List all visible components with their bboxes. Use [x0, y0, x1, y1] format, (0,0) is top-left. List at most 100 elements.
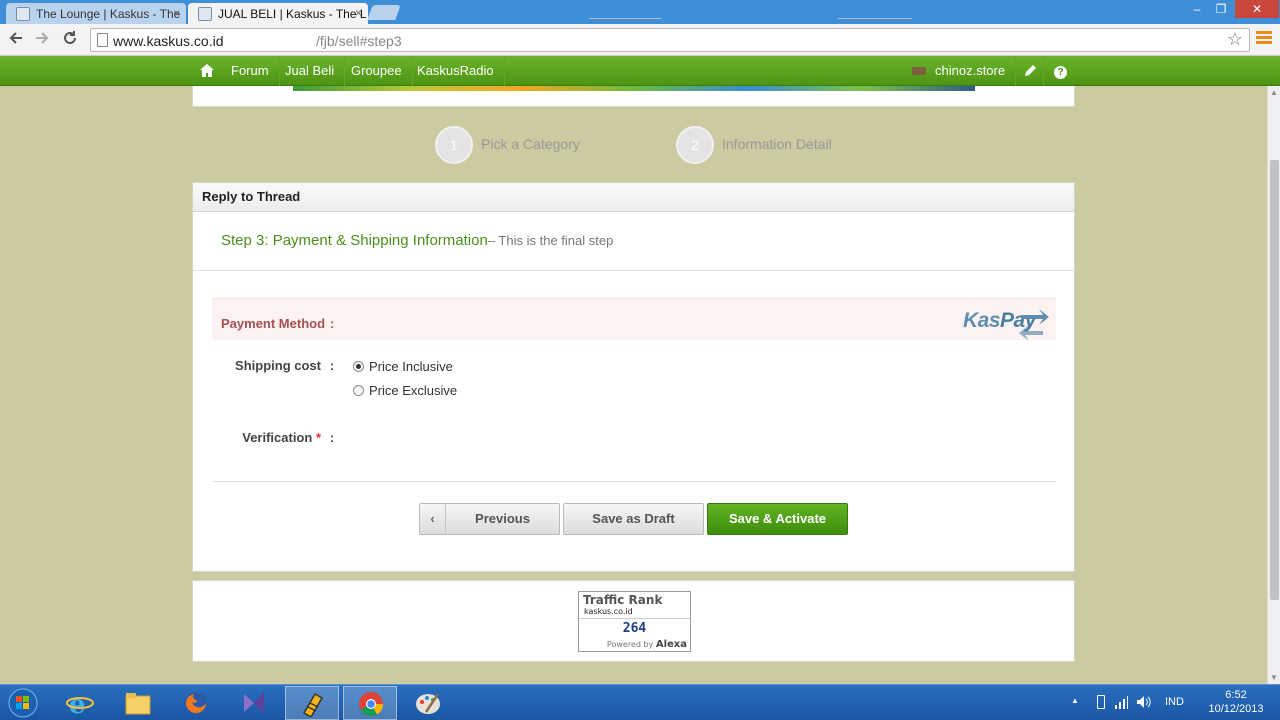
- alexa-powered-by: Powered by Alexa: [607, 639, 687, 650]
- nav-forum[interactable]: Forum: [221, 56, 280, 86]
- network-signal-icon[interactable]: [1114, 695, 1128, 709]
- taskbar-winamp[interactable]: [285, 686, 339, 720]
- visual-studio-icon: [244, 692, 264, 714]
- taskbar-visual-studio[interactable]: [227, 686, 281, 720]
- payment-method-row: Payment Method : KasPay: [212, 298, 1056, 341]
- radio-label: Price Exclusive: [369, 383, 458, 398]
- alexa-rank-value: 264: [579, 618, 690, 636]
- alexa-brand: Alexa: [655, 639, 687, 650]
- windows-logo-icon: [8, 688, 38, 718]
- folder-icon: [125, 693, 151, 715]
- forward-arrow-icon[interactable]: [32, 30, 52, 50]
- browser-toolbar: www.kaskus.co.id /fjb/sell#step3 ☆: [0, 24, 1280, 56]
- save-as-draft-button[interactable]: Save as Draft: [563, 503, 704, 535]
- divider: [193, 270, 1074, 271]
- browser-tab-jual-beli[interactable]: JUAL BELI | Kaskus - The L ×: [188, 3, 368, 24]
- taskbar-firefox[interactable]: [169, 686, 223, 720]
- banner-image[interactable]: [293, 86, 975, 91]
- taskbar-paint[interactable]: [401, 686, 455, 720]
- divider: [212, 481, 1056, 482]
- step-label: Pick a Category: [481, 136, 580, 152]
- tab-close-icon[interactable]: ×: [173, 6, 180, 20]
- taskbar-chrome[interactable]: [343, 686, 397, 720]
- nav-groupee[interactable]: Groupee: [341, 56, 413, 86]
- maximize-window-button[interactable]: ❐: [1209, 0, 1233, 18]
- payment-method-label: Payment Method: [221, 316, 326, 331]
- taskbar-file-explorer[interactable]: [111, 686, 165, 720]
- tab-title: The Lounge | Kaskus - The: [36, 7, 181, 21]
- tab-close-icon[interactable]: ×: [355, 6, 362, 20]
- new-tab-button[interactable]: [367, 5, 401, 20]
- footer-box: Traffic Rank kaskus.co.id 264 Powered by…: [192, 580, 1075, 662]
- step-number: 1: [435, 126, 473, 164]
- taskbar-clock[interactable]: 6:52 10/12/2013: [1196, 688, 1276, 716]
- scroll-up-arrow-icon[interactable]: ▲: [1270, 88, 1278, 97]
- taskbar-internet-explorer[interactable]: e: [53, 686, 107, 720]
- step-title: Step 3: Payment & Shipping Information– …: [221, 232, 613, 249]
- banner-box: [192, 86, 1075, 107]
- close-window-button[interactable]: ✕: [1235, 0, 1279, 18]
- step-title-text: Step 3: Payment & Shipping Information: [221, 232, 488, 249]
- internet-explorer-icon: e: [66, 690, 94, 716]
- home-icon[interactable]: [193, 56, 221, 86]
- bookmark-star-icon[interactable]: ☆: [1227, 29, 1243, 50]
- alexa-title: Traffic Rank: [583, 593, 663, 607]
- step-connector: [589, 18, 661, 19]
- shipping-cost-colon: :: [330, 358, 335, 373]
- windows-start-button[interactable]: [8, 688, 42, 718]
- shipping-cost-label: Shipping cost: [235, 358, 321, 373]
- alexa-domain: kaskus.co.id: [584, 607, 633, 616]
- paint-palette-icon: [416, 693, 440, 714]
- browser-tab-bar: The Lounge | Kaskus - The × JUAL BELI | …: [0, 0, 1280, 24]
- speaker-volume-icon[interactable]: [1136, 695, 1152, 709]
- scroll-down-arrow-icon[interactable]: ▼: [1270, 673, 1278, 682]
- user-avatar[interactable]: [912, 67, 926, 75]
- tab-title: JUAL BELI | Kaskus - The L: [218, 7, 367, 21]
- previous-button[interactable]: ‹ Previous: [419, 503, 560, 535]
- minimize-window-button[interactable]: ‒: [1185, 0, 1209, 18]
- verification-label-text: Verification: [242, 430, 313, 445]
- browser-menu-icon[interactable]: [1256, 31, 1272, 47]
- back-arrow-icon[interactable]: [6, 30, 26, 50]
- verification-label: Verification *: [213, 430, 321, 445]
- kaspay-arrow-icon: [1019, 309, 1049, 341]
- radio-button[interactable]: [353, 385, 364, 396]
- kaspay-logo: KasPay: [963, 309, 1053, 345]
- input-language-indicator[interactable]: IND: [1165, 696, 1184, 708]
- panel-header: Reply to Thread: [193, 183, 1074, 212]
- winamp-icon: [302, 692, 324, 717]
- kaskus-favicon-icon: [198, 7, 212, 21]
- url-path: /fjb/sell#step3: [316, 33, 402, 49]
- username-link[interactable]: chinoz.store: [925, 56, 1017, 86]
- alexa-traffic-rank-widget[interactable]: Traffic Rank kaskus.co.id 264 Powered by…: [578, 591, 691, 652]
- save-and-activate-button[interactable]: Save & Activate: [707, 503, 848, 535]
- radio-button-checked[interactable]: [353, 361, 364, 372]
- step-label: Information Detail: [722, 136, 832, 152]
- tray-overflow-arrow-icon[interactable]: ▲: [1071, 696, 1079, 705]
- nav-jual-beli[interactable]: Jual Beli: [275, 56, 346, 86]
- battery-icon[interactable]: [1097, 695, 1105, 709]
- verification-colon: :: [330, 430, 335, 445]
- scroll-thumb[interactable]: [1270, 160, 1279, 600]
- pencil-icon[interactable]: [1014, 56, 1044, 86]
- previous-button-label: Previous: [475, 511, 530, 526]
- sell-form-panel: Reply to Thread Step 3: Payment & Shippi…: [192, 182, 1075, 572]
- nav-kaskusradio[interactable]: KaskusRadio: [407, 56, 505, 86]
- kaskus-favicon-icon: [16, 7, 30, 21]
- browser-tab-lounge[interactable]: The Lounge | Kaskus - The ×: [6, 3, 186, 24]
- radio-price-inclusive[interactable]: Price Inclusive: [353, 359, 453, 374]
- kaspay-logo-kas: Kas: [963, 309, 1001, 332]
- address-bar[interactable]: www.kaskus.co.id /fjb/sell#step3 ☆: [90, 28, 1250, 52]
- reload-icon[interactable]: [60, 30, 80, 50]
- url-host: www.kaskus.co.id: [113, 33, 224, 49]
- page-scrollbar[interactable]: ▲ ▼: [1267, 86, 1280, 684]
- firefox-icon: [185, 692, 207, 714]
- step-subtitle: – This is the final step: [487, 233, 614, 248]
- radio-price-exclusive[interactable]: Price Exclusive: [353, 383, 457, 398]
- page-icon: [97, 33, 108, 47]
- help-icon[interactable]: ?: [1044, 56, 1074, 86]
- step-number: 2: [676, 126, 714, 164]
- required-asterisk: *: [315, 430, 321, 445]
- chrome-icon: [359, 692, 383, 717]
- clock-date: 10/12/2013: [1208, 703, 1264, 715]
